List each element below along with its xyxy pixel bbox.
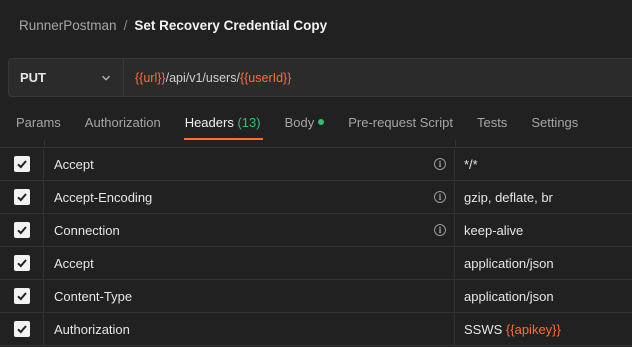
row-checkbox-cell [0, 213, 44, 247]
tab-label: Tests [476, 115, 508, 130]
tab-label: Settings [531, 115, 579, 130]
header-key-cell[interactable]: Authorization [44, 312, 455, 346]
checkmark-icon [16, 292, 27, 301]
header-key: Accept [54, 255, 94, 271]
table-row: Connection i keep-alive [0, 213, 632, 247]
header-enabled-checkbox[interactable] [13, 189, 30, 205]
header-enabled-checkbox[interactable] [13, 255, 30, 271]
tab-label: Authorization [84, 115, 161, 130]
header-enabled-checkbox[interactable] [13, 321, 30, 337]
tab-body[interactable]: Body [285, 106, 325, 140]
method-select[interactable]: PUT [8, 58, 124, 97]
tab-pre-request-script[interactable]: Pre-request Script [348, 106, 453, 140]
header-key: Authorization [54, 321, 130, 337]
method-label: PUT [20, 70, 46, 85]
checkmark-icon [16, 259, 27, 268]
header-value: keep-alive [464, 222, 524, 238]
url-variable: {{url}} [135, 70, 166, 85]
header-value-cell[interactable]: */* [455, 157, 632, 172]
url-input[interactable]: {{url}}/api/v1/users/{{userId}} [124, 58, 632, 97]
headers-table: Accept i */* Accept-Encoding i gzip, deflate,… [0, 147, 632, 346]
url-variable: {{userId}} [239, 70, 292, 85]
row-checkbox-cell [0, 246, 44, 280]
breadcrumb: RunnerPostman / Set Recovery Credential … [0, 0, 632, 50]
header-value-cell[interactable]: gzip, deflate, br [455, 190, 632, 205]
header-key-cell[interactable]: Accept i [44, 147, 455, 181]
tab-label: Body [284, 115, 315, 130]
tab-headers[interactable]: Headers (13) [183, 106, 263, 140]
header-key-cell[interactable]: Connection i [44, 213, 455, 247]
tab-count-badge: (13) [233, 115, 261, 130]
request-title[interactable]: Set Recovery Credential Copy [134, 18, 327, 33]
checkmark-icon [16, 193, 27, 202]
breadcrumb-collection-link[interactable]: RunnerPostman [19, 18, 117, 33]
row-checkbox-cell [0, 279, 44, 313]
row-checkbox-cell [0, 147, 44, 181]
tab-label: Headers [184, 115, 234, 130]
status-dot-icon [318, 119, 325, 125]
breadcrumb-separator: / [123, 17, 128, 33]
header-key: Content-Type [54, 288, 133, 304]
tab-label: Pre-request Script [348, 115, 453, 130]
info-icon[interactable]: i [434, 191, 446, 203]
header-enabled-checkbox[interactable] [13, 222, 30, 238]
tab-tests[interactable]: Tests [477, 106, 507, 140]
tab-label: Params [16, 115, 61, 130]
checkmark-icon [16, 160, 27, 169]
header-value-cell[interactable]: application/json [455, 256, 632, 271]
header-key-cell[interactable]: Content-Type [44, 279, 455, 313]
row-checkbox-cell [0, 312, 44, 346]
chevron-down-icon [102, 75, 110, 81]
header-value-cell[interactable]: keep-alive [455, 223, 632, 238]
header-value-cell[interactable]: application/json [455, 289, 632, 304]
request-tabs: Params Authorization Headers (13) Body Pre-r… [0, 106, 632, 140]
header-key: Accept [54, 156, 94, 172]
header-value: application/json [464, 255, 554, 271]
table-row: Accept i */* [0, 147, 632, 181]
table-row: Content-Type application/json [0, 279, 632, 313]
header-enabled-checkbox[interactable] [13, 288, 30, 304]
table-row: Accept-Encoding i gzip, deflate, br [0, 180, 632, 214]
request-bar: PUT {{url}}/api/v1/users/{{userId}} [8, 58, 632, 97]
info-icon[interactable]: i [434, 224, 446, 236]
tab-authorization[interactable]: Authorization [85, 106, 161, 140]
header-value: SSWS [464, 321, 506, 337]
header-value: gzip, deflate, br [464, 189, 553, 205]
row-checkbox-cell [0, 180, 44, 214]
header-value: application/json [464, 288, 554, 304]
tab-params[interactable]: Params [16, 106, 61, 140]
header-key: Connection [54, 222, 120, 238]
header-key-cell[interactable]: Accept [44, 246, 455, 280]
header-value-cell[interactable]: SSWS {{apikey}} [455, 322, 632, 337]
header-value-variable: {{apikey}} [505, 321, 561, 337]
info-icon[interactable]: i [434, 158, 446, 170]
checkmark-icon [16, 226, 27, 235]
header-enabled-checkbox[interactable] [13, 156, 30, 172]
table-row: Authorization SSWS {{apikey}} [0, 312, 632, 346]
header-value: */* [464, 156, 478, 172]
header-key-cell[interactable]: Accept-Encoding i [44, 180, 455, 214]
tab-settings[interactable]: Settings [531, 106, 578, 140]
checkmark-icon [16, 325, 27, 334]
url-path-text: /api/v1/users/ [165, 70, 240, 85]
table-row: Accept application/json [0, 246, 632, 280]
header-key: Accept-Encoding [54, 189, 153, 205]
